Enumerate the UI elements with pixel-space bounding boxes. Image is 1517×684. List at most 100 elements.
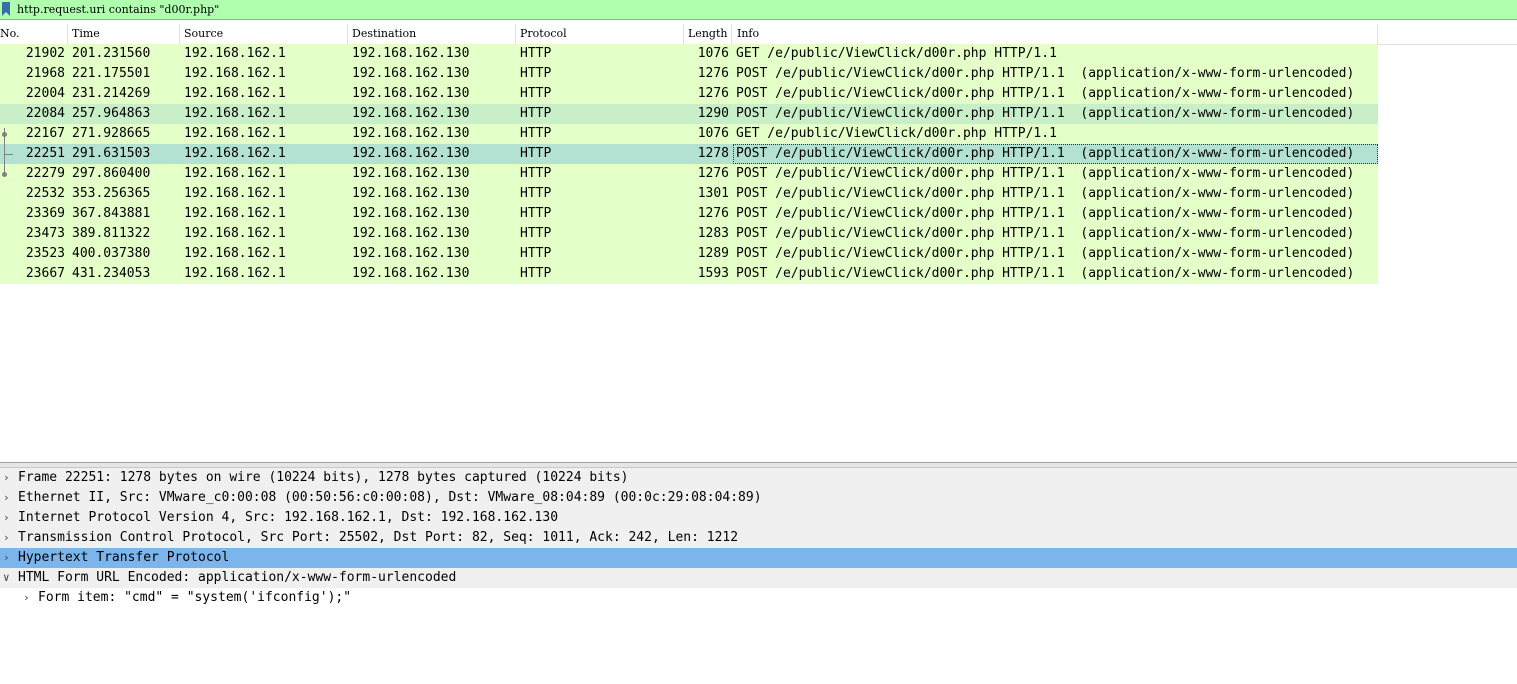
packet-length: 1076: [697, 126, 729, 141]
chevron-right-icon[interactable]: ›: [3, 488, 10, 508]
column-header-protocol[interactable]: Protocol: [520, 27, 567, 40]
detail-tree-label: Form item: "cmd" = "system('ifconfig');": [38, 590, 352, 605]
packet-length: 1276: [697, 206, 729, 221]
packet-info: POST /e/public/ViewClick/d00r.php HTTP/1…: [736, 266, 1355, 281]
detail-tree-item[interactable]: › Ethernet II, Src: VMware_c0:00:08 (00:5…: [0, 488, 1517, 508]
packet-no: 22004: [25, 86, 65, 101]
packet-row[interactable]: 23667 431.234053 192.168.162.1 192.168.162.…: [0, 264, 1378, 284]
packet-time: 271.928665: [72, 126, 151, 141]
packet-protocol: HTTP: [520, 206, 552, 221]
packet-list[interactable]: No. Time Source Destination Protocol Len…: [0, 24, 1517, 462]
packet-time: 353.256365: [72, 186, 151, 201]
detail-tree-item[interactable]: › Internet Protocol Version 4, Src: 192.1…: [0, 508, 1517, 528]
packet-destination: 192.168.162.130: [352, 46, 470, 61]
packet-row[interactable]: 23473 389.811322 192.168.162.1 192.168.162.…: [0, 224, 1378, 244]
packet-time: 400.037380: [72, 246, 151, 261]
display-filter-input[interactable]: http.request.uri contains "d00r.php": [17, 3, 219, 16]
column-header-length[interactable]: Length: [688, 27, 727, 40]
packet-time: 201.231560: [72, 46, 151, 61]
packet-row[interactable]: 21968 221.175501 192.168.162.1 192.168.162.…: [0, 64, 1378, 84]
packet-source: 192.168.162.1: [184, 126, 286, 141]
packet-protocol: HTTP: [520, 246, 552, 261]
packet-details-pane[interactable]: › Frame 22251: 1278 bytes on wire (10224 …: [0, 468, 1517, 684]
column-header-time[interactable]: Time: [72, 27, 100, 40]
packet-source: 192.168.162.1: [184, 86, 286, 101]
packet-time: 221.175501: [72, 66, 151, 81]
packet-list-header: No. Time Source Destination Protocol Len…: [0, 24, 1517, 45]
column-header-source[interactable]: Source: [184, 27, 223, 40]
packet-destination: 192.168.162.130: [352, 206, 470, 221]
packet-row[interactable]: 23369 367.843881 192.168.162.1 192.168.162.…: [0, 204, 1378, 224]
packet-row[interactable]: 22279 297.860400 192.168.162.1 192.168.162.…: [0, 164, 1378, 184]
packet-destination: 192.168.162.130: [352, 166, 470, 181]
packet-protocol: HTTP: [520, 186, 552, 201]
packet-protocol: HTTP: [520, 266, 552, 281]
packet-source: 192.168.162.1: [184, 66, 286, 81]
chevron-down-icon[interactable]: ∨: [3, 568, 10, 588]
chevron-right-icon[interactable]: ›: [23, 588, 30, 608]
column-header-no[interactable]: No.: [0, 27, 20, 40]
packet-destination: 192.168.162.130: [352, 86, 470, 101]
packet-protocol: HTTP: [520, 106, 552, 121]
packet-row[interactable]: 21902 201.231560 192.168.162.1 192.168.162.…: [0, 44, 1378, 64]
detail-tree-item[interactable]: ∨ HTML Form URL Encoded: application/x-ww…: [0, 568, 1517, 588]
bookmark-icon[interactable]: [2, 2, 10, 16]
packet-row[interactable]: 22167 271.928665 192.168.162.1 192.168.162.…: [0, 124, 1378, 144]
chevron-right-icon[interactable]: ›: [3, 468, 10, 488]
packet-source: 192.168.162.1: [184, 166, 286, 181]
packet-length: 1290: [697, 106, 729, 121]
packet-length: 1289: [697, 246, 729, 261]
packet-time: 367.843881: [72, 206, 151, 221]
detail-tree-item[interactable]: › Frame 22251: 1278 bytes on wire (10224 …: [0, 468, 1517, 488]
packet-time: 297.860400: [72, 166, 151, 181]
packet-length: 1276: [697, 66, 729, 81]
packet-destination: 192.168.162.130: [352, 146, 470, 161]
detail-tree-item[interactable]: › Hypertext Transfer Protocol: [0, 548, 1517, 568]
column-header-info[interactable]: Info: [737, 27, 759, 40]
display-filter-bar[interactable]: http.request.uri contains "d00r.php": [0, 0, 1517, 20]
packet-info: POST /e/public/ViewClick/d00r.php HTTP/1…: [736, 246, 1355, 261]
packet-protocol: HTTP: [520, 226, 552, 241]
packet-no: 22084: [25, 106, 65, 121]
packet-time: 389.811322: [72, 226, 151, 241]
packet-row[interactable]: 22084 257.964863 192.168.162.1 192.168.162.…: [0, 104, 1378, 124]
packet-info: POST /e/public/ViewClick/d00r.php HTTP/1…: [736, 106, 1355, 121]
packet-length: 1276: [697, 166, 729, 181]
related-packet-dot: [2, 172, 7, 177]
packet-source: 192.168.162.1: [184, 186, 286, 201]
chevron-right-icon[interactable]: ›: [3, 528, 10, 548]
packet-protocol: HTTP: [520, 126, 552, 141]
packet-info: GET /e/public/ViewClick/d00r.php HTTP/1.…: [736, 126, 1057, 141]
packet-row[interactable]: 22532 353.256365 192.168.162.1 192.168.162.…: [0, 184, 1378, 204]
packet-source: 192.168.162.1: [184, 206, 286, 221]
column-header-destination[interactable]: Destination: [352, 27, 416, 40]
detail-tree-label: Hypertext Transfer Protocol: [18, 550, 230, 565]
chevron-right-icon[interactable]: ›: [3, 548, 10, 568]
packet-row[interactable]: 22251 291.631503 192.168.162.1 192.168.162.…: [0, 144, 1378, 164]
packet-no: 23667: [25, 266, 65, 281]
packet-no: 21902: [25, 46, 65, 61]
packet-info: POST /e/public/ViewClick/d00r.php HTTP/1…: [736, 86, 1355, 101]
related-packet-arrow: [5, 154, 13, 155]
packet-no: 22167: [25, 126, 65, 141]
packet-no: 22251: [25, 146, 65, 161]
packet-protocol: HTTP: [520, 166, 552, 181]
detail-tree-item[interactable]: › Transmission Control Protocol, Src Port…: [0, 528, 1517, 548]
detail-tree-label: Frame 22251: 1278 bytes on wire (10224 b…: [18, 470, 629, 485]
detail-tree-item[interactable]: › Form item: "cmd" = "system('ifconfig');…: [0, 588, 1517, 608]
packet-length: 1076: [697, 46, 729, 61]
packet-destination: 192.168.162.130: [352, 106, 470, 121]
packet-info: POST /e/public/ViewClick/d00r.php HTTP/1…: [736, 166, 1355, 181]
packet-row[interactable]: 22004 231.214269 192.168.162.1 192.168.162.…: [0, 84, 1378, 104]
packet-destination: 192.168.162.130: [352, 246, 470, 261]
packet-no: 23473: [25, 226, 65, 241]
packet-time: 257.964863: [72, 106, 151, 121]
packet-row[interactable]: 23523 400.037380 192.168.162.1 192.168.162.…: [0, 244, 1378, 264]
chevron-right-icon[interactable]: ›: [3, 508, 10, 528]
packet-protocol: HTTP: [520, 66, 552, 81]
packet-length: 1278: [697, 146, 729, 161]
packet-destination: 192.168.162.130: [352, 186, 470, 201]
packet-no: 22279: [25, 166, 65, 181]
packet-destination: 192.168.162.130: [352, 226, 470, 241]
packet-no: 23523: [25, 246, 65, 261]
